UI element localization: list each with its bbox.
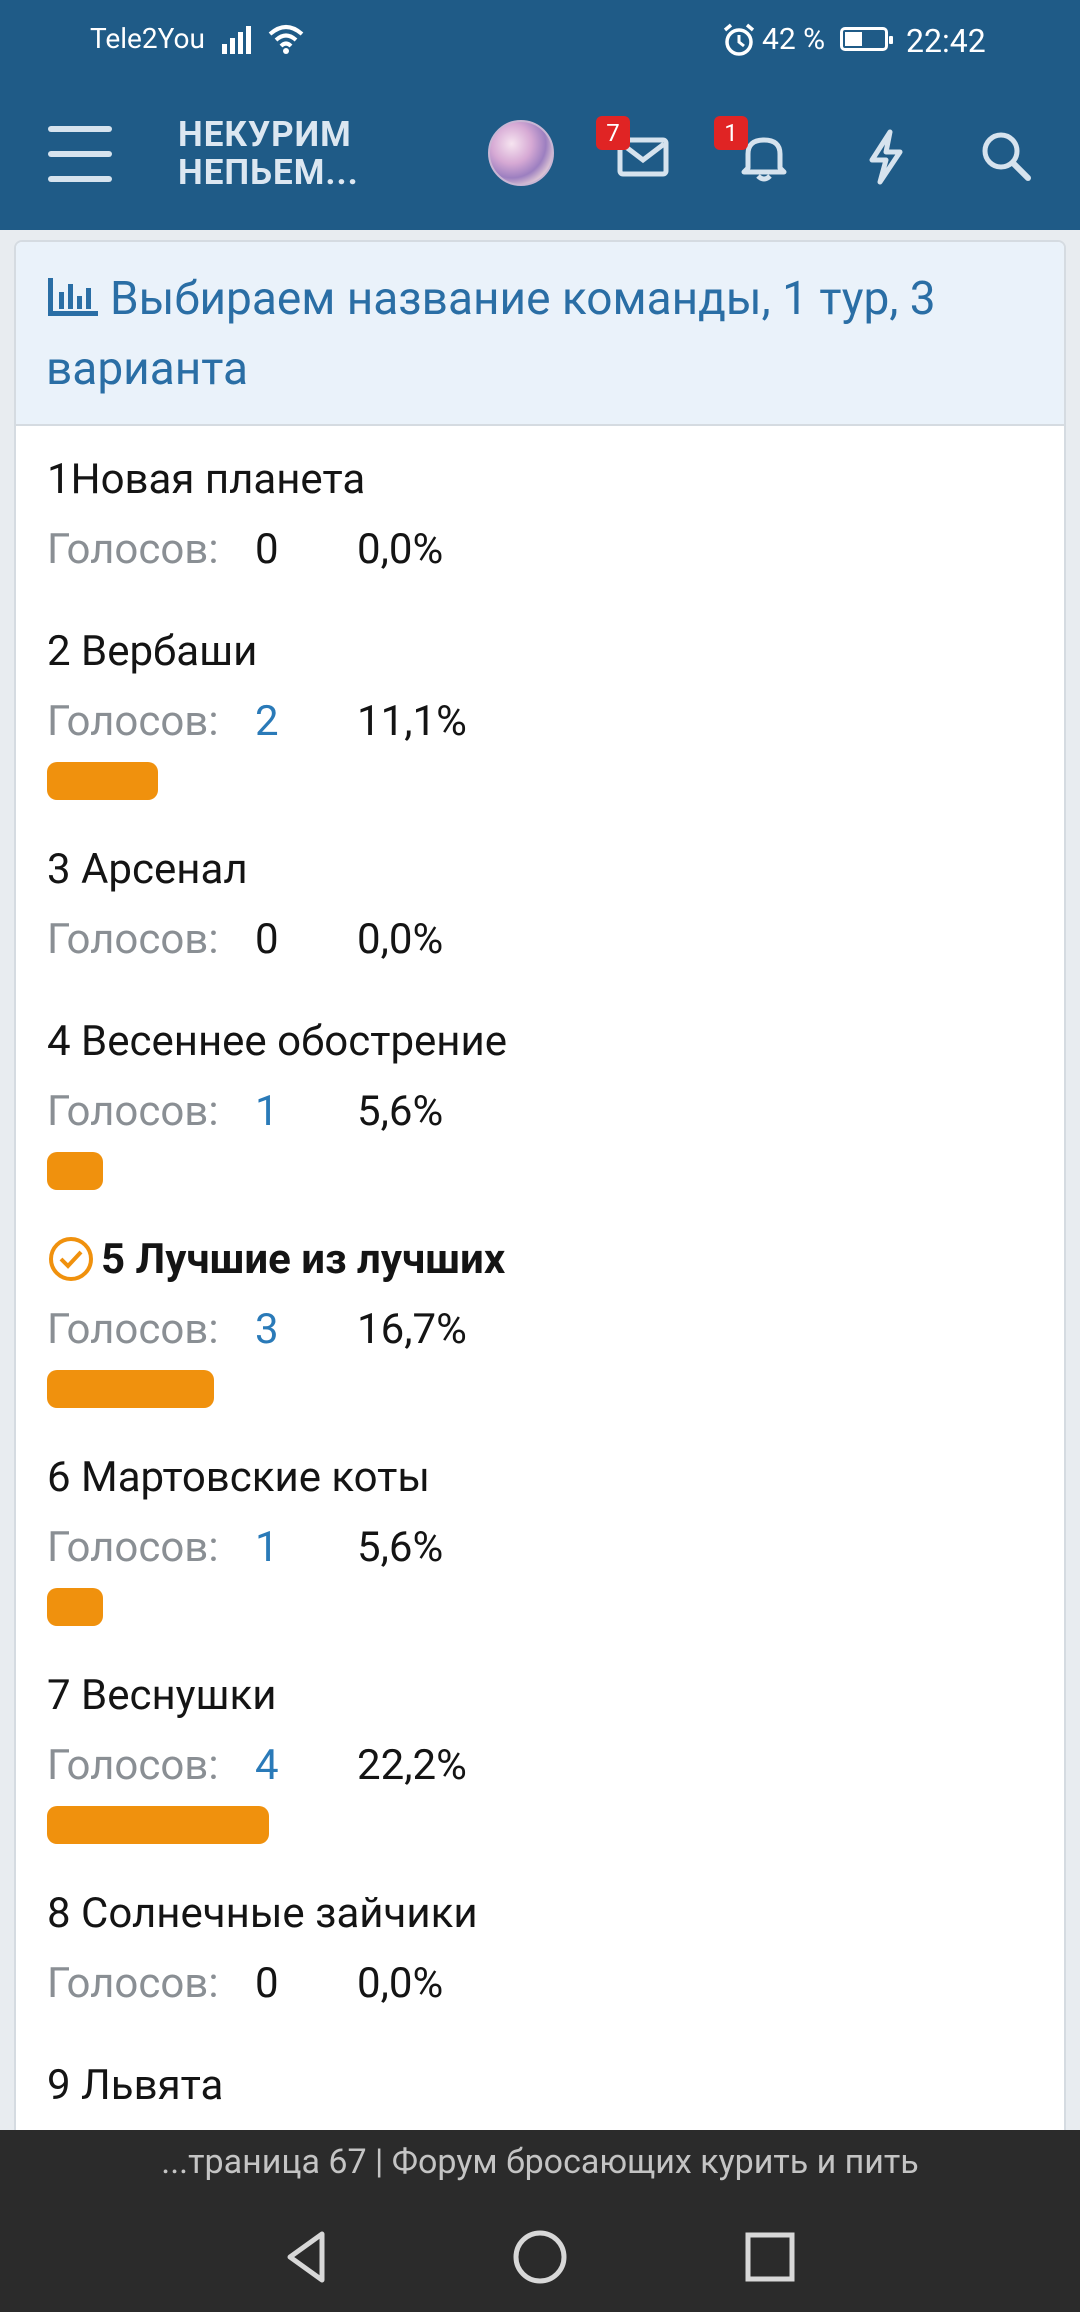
site-title-line2: НЕПЬЕМ...: [178, 152, 359, 193]
votes-percent: 0,0%: [357, 915, 444, 964]
result-bar: [47, 762, 158, 800]
battery-icon: [840, 27, 893, 51]
poll-option-text: 6 Мартовские коты: [47, 1453, 430, 1502]
votes-count[interactable]: 3: [255, 1302, 279, 1358]
poll-option-label: 4 Весеннее обострение: [47, 1014, 1047, 1070]
votes-label: Голосов:: [47, 1741, 219, 1790]
votes-percent: 16,7%: [357, 1305, 467, 1354]
wifi-icon: [268, 25, 304, 54]
poll-option: 3 Арсенал Голосов: 0 0,0%: [47, 842, 1047, 972]
poll-option-label: 2 Вербаши: [47, 624, 1047, 680]
status-bar: Tele2You 42 % 22:42: [0, 0, 1080, 82]
poll-option-stats: Голосов: 3 16,7%: [47, 1302, 1047, 1362]
poll-option: 1Новая планета Голосов: 0 0,0%: [47, 452, 1047, 582]
poll-option-text: 8 Солнечные зайчики: [47, 1889, 478, 1938]
poll-card: Выбираем название команды, 1 тур, 3 вари…: [14, 240, 1066, 2140]
votes-count[interactable]: 4: [255, 1738, 279, 1794]
poll-option: 6 Мартовские коты Голосов: 1 5,6%: [47, 1450, 1047, 1626]
poll-option-label: 3 Арсенал: [47, 842, 1047, 898]
menu-icon[interactable]: [48, 126, 114, 186]
voted-check-icon: [49, 1236, 93, 1281]
votes-label: Голосов:: [47, 1523, 219, 1572]
site-title-line1: НЕКУРИМ: [178, 114, 352, 155]
avatar[interactable]: [488, 120, 554, 186]
site-title[interactable]: НЕКУРИМ НЕПЬЕМ...: [178, 116, 359, 192]
carrier-label: Tele2You: [90, 22, 205, 55]
votes-label: Голосов:: [47, 915, 219, 964]
votes-count: 0: [255, 915, 279, 964]
poll-option: 9 ЛьвятаГолосов:00,0%: [47, 2058, 1047, 2138]
votes-percent: 5,6%: [357, 1087, 444, 1136]
poll-option-label: 6 Мартовские коты: [47, 1450, 1047, 1506]
votes-count[interactable]: 1: [255, 1084, 279, 1140]
poll-option: 2 Вербаши Голосов: 2 11,1%: [47, 624, 1047, 800]
poll-option-label: 8 Солнечные зайчики: [47, 1886, 1047, 1942]
votes-percent: 0,0%: [357, 1959, 444, 2008]
result-bar: [47, 1588, 103, 1626]
recents-icon[interactable]: [735, 2222, 805, 2292]
bottom-bar: ...траница 67 | Форум бросающих курить и…: [0, 2130, 1080, 2312]
votes-count[interactable]: 2: [255, 694, 279, 750]
poll-option-stats: Голосов: 2 11,1%: [47, 694, 1047, 754]
poll-option-text: 1Новая планета: [47, 455, 366, 504]
poll-option: 7 Веснушки Голосов: 4 22,2%: [47, 1668, 1047, 1844]
signal-icon: [222, 26, 251, 54]
votes-label: Голосов:: [47, 525, 219, 574]
alerts-badge: 1: [714, 116, 748, 150]
votes-label: Голосов:: [47, 1087, 219, 1136]
page-title-bar: ...траница 67 | Форум бросающих курить и…: [161, 2142, 919, 2182]
alarm-icon: [723, 23, 755, 56]
result-bar: [47, 1806, 269, 1844]
votes-count: 0: [255, 525, 279, 574]
poll-option: 4 Весеннее обострение Голосов: 1 5,6%: [47, 1014, 1047, 1190]
poll-option-label: 1Новая планета: [47, 452, 1047, 508]
result-bar: [47, 1152, 103, 1190]
poll-option-label: 5 Лучшие из лучших: [47, 1232, 1047, 1288]
app-header: НЕКУРИМ НЕПЬЕМ... 7 1: [0, 82, 1080, 230]
poll-option-stats: Голосов: 0 0,0%: [47, 912, 1047, 972]
poll-option: 8 Солнечные зайчики Голосов: 0 0,0%: [47, 1886, 1047, 2016]
lightning-icon[interactable]: [856, 126, 916, 186]
votes-label: Голосов:: [47, 1959, 219, 2008]
battery-percent: 42 %: [762, 22, 826, 57]
poll-option: 5 Лучшие из лучших Голосов: 3 16,7%: [47, 1232, 1047, 1408]
home-icon[interactable]: [505, 2222, 575, 2292]
poll-title: Выбираем название команды, 1 тур, 3 вари…: [46, 272, 936, 396]
poll-option-text: 4 Весеннее обострение: [47, 1017, 508, 1066]
poll-option-label: 7 Веснушки: [47, 1668, 1047, 1724]
poll-option-label: 9 Львята: [47, 2058, 1047, 2114]
poll-option-text: 9 Львята: [47, 2061, 224, 2110]
votes-label: Голосов:: [47, 697, 219, 746]
messages-badge: 7: [596, 116, 630, 150]
search-icon[interactable]: [976, 126, 1036, 186]
votes-percent: 5,6%: [357, 1523, 444, 1572]
poll-option-stats: Голосов: 0 0,0%: [47, 522, 1047, 582]
poll-header: Выбираем название команды, 1 тур, 3 вари…: [16, 242, 1064, 426]
votes-percent: 11,1%: [357, 697, 467, 746]
poll-option-text: 5 Лучшие из лучших: [101, 1235, 506, 1284]
poll-option-stats: Голосов: 4 22,2%: [47, 1738, 1047, 1798]
poll-option-text: 7 Веснушки: [47, 1671, 277, 1720]
poll-option-text: 3 Арсенал: [47, 845, 248, 894]
poll-option-stats: Голосов: 1 5,6%: [47, 1520, 1047, 1580]
clock: 22:42: [906, 22, 986, 60]
votes-percent: 0,0%: [357, 525, 444, 574]
back-icon[interactable]: [272, 2222, 342, 2292]
votes-percent: 22,2%: [357, 1741, 467, 1790]
poll-option-text: 2 Вербаши: [47, 627, 258, 676]
votes-count: 0: [255, 1959, 279, 2008]
poll-option-stats: Голосов: 1 5,6%: [47, 1084, 1047, 1144]
poll-option-stats: Голосов: 0 0,0%: [47, 1956, 1047, 2016]
votes-label: Голосов:: [47, 1305, 219, 1354]
votes-count[interactable]: 1: [255, 1520, 279, 1576]
result-bar: [47, 1370, 214, 1408]
